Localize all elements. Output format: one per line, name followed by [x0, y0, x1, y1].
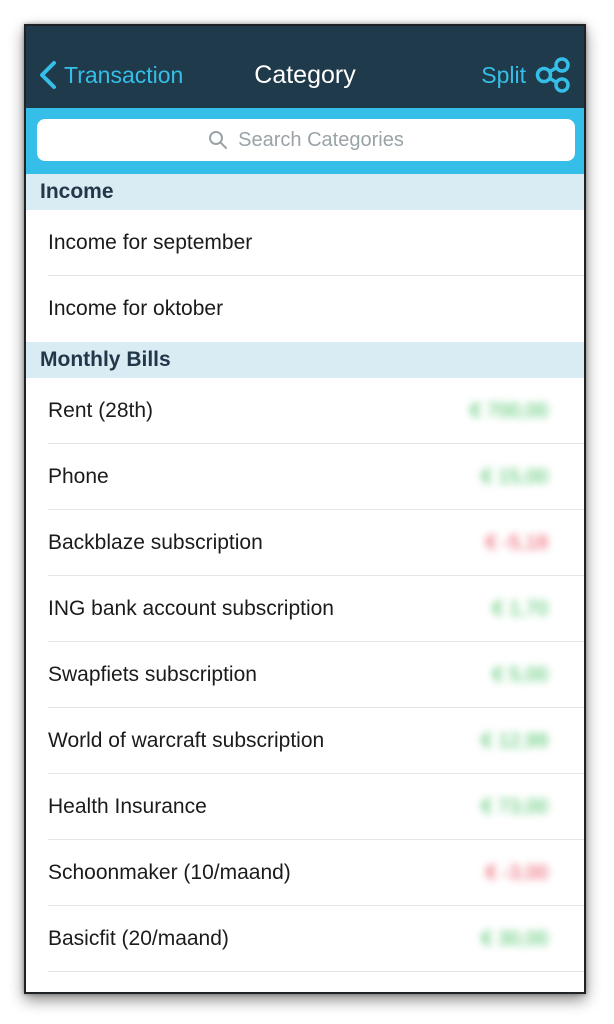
- search-input[interactable]: Search Categories: [37, 119, 575, 161]
- category-label: Income for oktober: [48, 297, 224, 320]
- category-amount: € 5,00: [492, 664, 548, 686]
- category-amount: € 30,00: [481, 928, 548, 950]
- category-amount: € -5,18: [485, 532, 548, 554]
- category-amount: € 12,99: [481, 730, 548, 752]
- category-label: Schoonmaker (10/maand): [48, 861, 291, 884]
- search-placeholder: Search Categories: [238, 128, 404, 151]
- category-amount: € 73,00: [481, 796, 548, 818]
- split-button[interactable]: Split: [481, 57, 572, 93]
- category-row[interactable]: Basicfit (20/maand) € 30,00: [26, 906, 584, 972]
- phone-screen: Transaction Category Split Search Catego…: [24, 24, 586, 994]
- category-label: Health Insurance: [48, 795, 207, 818]
- category-row[interactable]: World of warcraft subscription € 12,99: [26, 708, 584, 774]
- category-amount: € 15,00: [481, 466, 548, 488]
- search-bar: Search Categories: [26, 108, 584, 174]
- category-row[interactable]: Health Insurance € 73,00: [26, 774, 584, 840]
- category-label: Rent (28th): [48, 399, 154, 422]
- category-row[interactable]: Backblaze subscription € -5,18: [26, 510, 584, 576]
- category-label: ING bank account subscription: [48, 597, 334, 620]
- category-row[interactable]: Rent (28th) € 700,00: [26, 378, 584, 444]
- navigation-bar: Transaction Category Split: [26, 26, 584, 108]
- category-row[interactable]: Swapfiets subscription € 5,00: [26, 642, 584, 708]
- category-label: Swapfiets subscription: [48, 663, 257, 686]
- category-row[interactable]: Income for september: [26, 210, 584, 276]
- section-header-income: Income: [26, 174, 584, 210]
- category-list: Income Income for september Income for o…: [26, 174, 584, 972]
- split-button-label: Split: [481, 61, 526, 88]
- share-nodes-icon: [535, 57, 570, 93]
- category-label: Basicfit (20/maand): [48, 927, 229, 950]
- category-row[interactable]: Schoonmaker (10/maand) € -3,00: [26, 840, 584, 906]
- category-label: World of warcraft subscription: [48, 729, 325, 752]
- row-divider: [48, 971, 584, 972]
- category-amount: € 1,70: [492, 598, 548, 620]
- category-row[interactable]: ING bank account subscription € 1,70: [26, 576, 584, 642]
- category-row[interactable]: Phone € 15,00: [26, 444, 584, 510]
- category-label: Income for september: [48, 231, 253, 254]
- section-header-monthly-bills: Monthly Bills: [26, 342, 584, 378]
- category-amount: € -3,00: [485, 862, 548, 884]
- category-label: Phone: [48, 465, 109, 488]
- search-icon: [209, 131, 228, 149]
- category-row[interactable]: Income for oktober: [26, 276, 584, 342]
- category-label: Backblaze subscription: [48, 531, 263, 554]
- category-amount: € 700,00: [470, 400, 548, 422]
